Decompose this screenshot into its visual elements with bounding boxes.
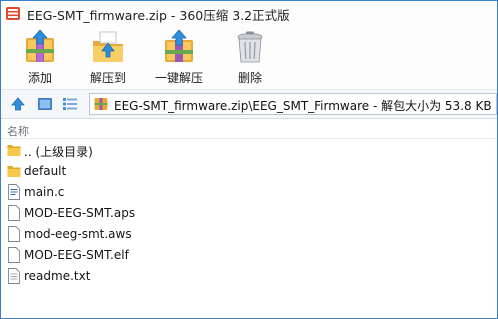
list-item[interactable]: main.c — [1, 182, 497, 203]
list-view-icon[interactable] — [62, 96, 78, 112]
one-click-extract-button[interactable]: 一键解压 — [151, 29, 207, 87]
list-item[interactable]: default — [1, 161, 497, 182]
add-archive-icon — [26, 29, 54, 62]
list-item-name: .. (上级目录) — [24, 145, 93, 159]
extract-to-button[interactable]: 解压到 — [80, 29, 136, 87]
text-file-icon — [8, 268, 20, 284]
list-item[interactable]: .. (上级目录) — [1, 140, 497, 161]
file-icon — [8, 226, 20, 242]
list-item-name: default — [24, 164, 67, 178]
extract-to-icon — [93, 31, 123, 62]
extract-to-button-label: 解压到 — [89, 71, 126, 85]
toolbar: 添加 解压到 一键解压 删除 — [1, 27, 497, 89]
folder-up-icon — [7, 145, 21, 156]
add-button[interactable]: 添加 — [12, 29, 68, 87]
list-item-name: MOD-EEG-SMT.elf — [24, 248, 129, 262]
list-item-name: mod-eeg-smt.aws — [24, 227, 132, 241]
delete-button[interactable]: 删除 — [222, 29, 278, 87]
list-header: 名称 — [1, 121, 497, 139]
list-item[interactable]: readme.txt — [1, 266, 497, 287]
app-logo-icon — [6, 7, 20, 20]
trash-icon — [237, 31, 263, 63]
c-source-file-icon — [8, 184, 20, 200]
address-bar: EEG-SMT_firmware.zip\EEG_SMT_Firmware - … — [1, 89, 497, 119]
file-icon — [8, 247, 20, 263]
add-button-label: 添加 — [27, 71, 52, 85]
zip-archive-icon — [94, 98, 108, 110]
list-item-name: main.c — [24, 185, 65, 199]
up-arrow-icon[interactable] — [10, 96, 26, 112]
path-field[interactable]: EEG-SMT_firmware.zip\EEG_SMT_Firmware - … — [89, 93, 497, 115]
column-header-name[interactable]: 名称 — [7, 123, 29, 139]
folder-icon — [7, 166, 21, 177]
one-click-extract-icon — [165, 29, 193, 62]
list-item-name: readme.txt — [24, 269, 91, 283]
delete-button-label: 删除 — [237, 71, 262, 85]
one-click-extract-button-label: 一键解压 — [154, 71, 203, 85]
list-item[interactable]: MOD-EEG-SMT.aps — [1, 203, 497, 224]
list-item-name: MOD-EEG-SMT.aps — [24, 206, 136, 220]
file-icon — [8, 205, 20, 221]
app-window: EEG-SMT_firmware.zip - 360压缩 3.2正式版 添加 解… — [0, 0, 498, 319]
window-title: EEG-SMT_firmware.zip - 360压缩 3.2正式版 — [27, 8, 290, 23]
file-list: .. (上级目录) default main.c MOD-EEG-SMT.aps — [1, 140, 497, 318]
list-item[interactable]: mod-eeg-smt.aws — [1, 224, 497, 245]
large-icon-view-icon[interactable] — [37, 96, 53, 112]
path-text: EEG-SMT_firmware.zip\EEG_SMT_Firmware - … — [114, 99, 492, 113]
title-bar[interactable]: EEG-SMT_firmware.zip - 360压缩 3.2正式版 — [1, 1, 497, 27]
list-item[interactable]: MOD-EEG-SMT.elf — [1, 245, 497, 266]
